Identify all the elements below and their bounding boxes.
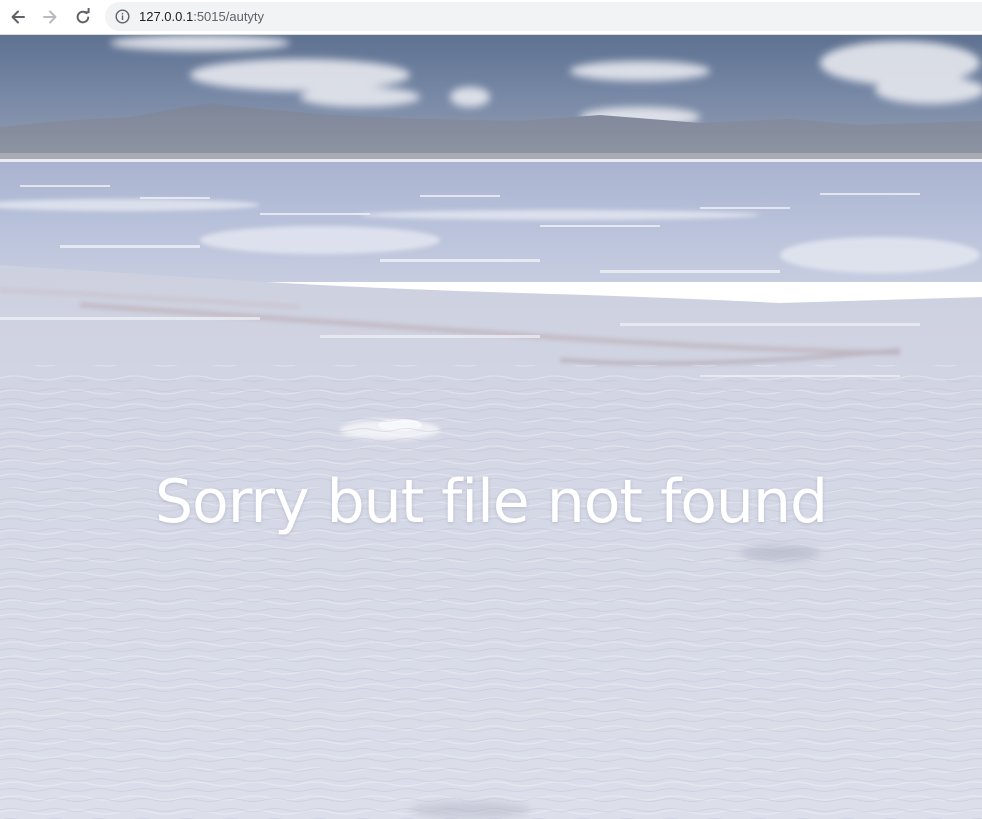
forward-button[interactable]	[38, 5, 62, 29]
error-message: Sorry but file not found	[154, 467, 828, 537]
page-viewport: Sorry but file not found	[0, 35, 982, 819]
url-host: 127.0.0.1	[139, 9, 194, 24]
address-bar[interactable]: 127.0.0.1:5015/autyty	[105, 2, 982, 31]
url-path: :5015/autyty	[193, 9, 265, 24]
reload-icon	[76, 8, 90, 24]
url-text[interactable]: 127.0.0.1:5015/autyty	[139, 9, 264, 24]
browser-toolbar: 127.0.0.1:5015/autyty	[0, 0, 982, 35]
reload-button[interactable]	[71, 5, 95, 29]
info-circle-icon[interactable]	[115, 9, 130, 24]
arrow-right-icon	[43, 10, 57, 24]
salt-flat-background-image	[0, 35, 982, 819]
back-button[interactable]	[6, 5, 30, 29]
arrow-left-icon	[11, 10, 25, 24]
